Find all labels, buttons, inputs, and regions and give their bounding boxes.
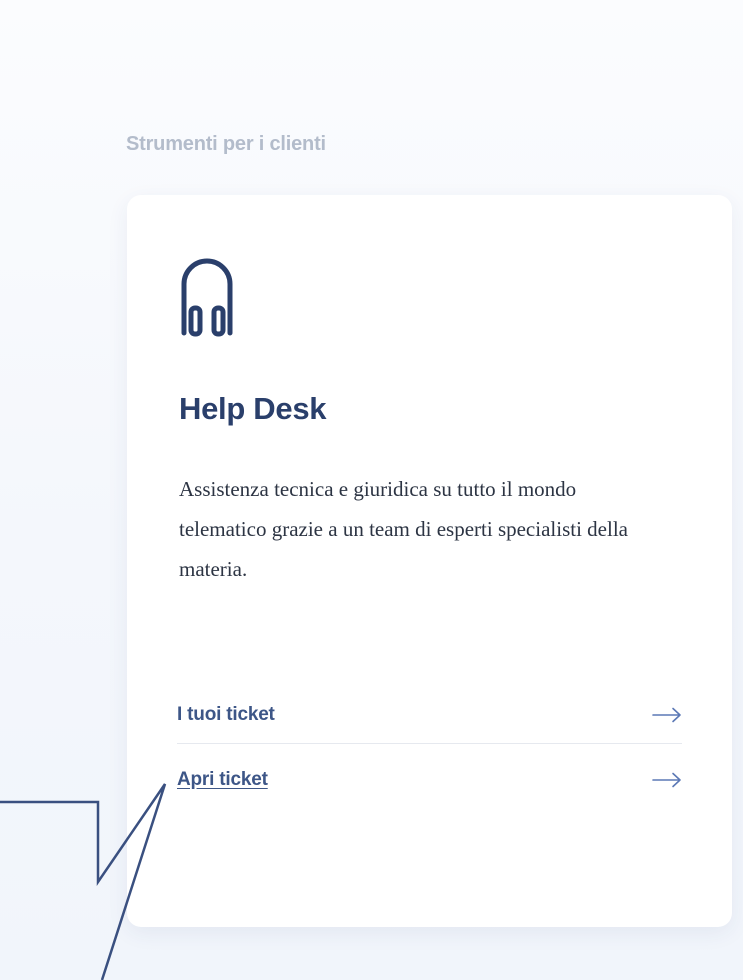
headset-icon <box>181 258 233 337</box>
open-ticket-link[interactable]: Apri ticket <box>177 752 682 808</box>
card-description: Assistenza tecnica e giuridica su tutto … <box>179 477 628 581</box>
your-tickets-link[interactable]: I tuoi ticket <box>177 687 682 744</box>
open-ticket-label: Apri ticket <box>177 769 268 790</box>
card-title: Help Desk <box>179 391 327 426</box>
arrow-right-icon <box>652 707 681 723</box>
your-tickets-label: I tuoi ticket <box>177 704 275 725</box>
section-title: Strumenti per i clienti <box>126 133 326 155</box>
arrow-right-icon <box>652 772 681 788</box>
help-desk-card: Help Desk Assistenza tecnica e giuridica… <box>127 195 732 927</box>
